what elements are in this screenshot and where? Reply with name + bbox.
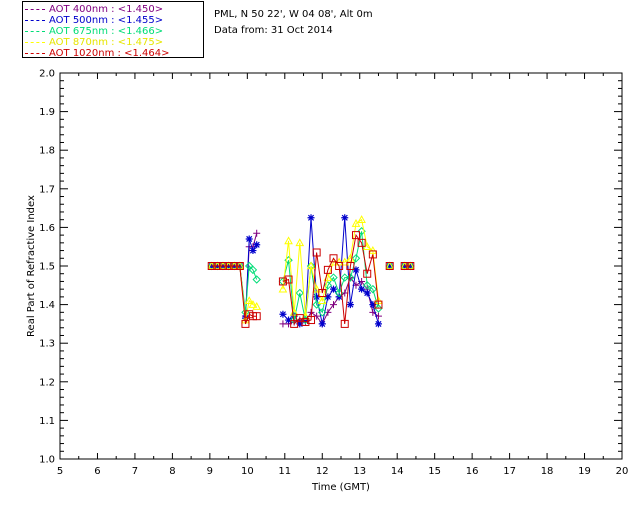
x-tick-label: 11: [278, 466, 291, 477]
y-tick-label: 1.9: [39, 107, 55, 118]
data-point: [358, 285, 366, 293]
data-point: [363, 289, 371, 297]
x-tick-label: 12: [316, 466, 329, 477]
x-tick-label: 9: [207, 466, 213, 477]
x-tick-label: 19: [578, 466, 591, 477]
data-point: [252, 275, 261, 284]
x-tick-label: 6: [94, 466, 100, 477]
y-tick-label: 1.5: [39, 262, 55, 273]
refractive-index-chart: 5 6 7 8 9 10 11 12 13 14 15 16 17 18 19 20 1.0 1.1 1.2 1.3 1…: [26, 69, 628, 494]
y-tick-label: 1.1: [39, 416, 55, 427]
y-tick-label: 1.2: [39, 377, 55, 388]
data-point: [245, 235, 253, 243]
y-tick-label: 1.4: [39, 300, 55, 311]
x-tick-label: 7: [132, 466, 138, 477]
data-point: [374, 320, 382, 328]
x-tick-label: 14: [391, 466, 404, 477]
x-tick-label: 18: [541, 466, 554, 477]
data-point: [253, 229, 261, 237]
x-tick-label: 10: [241, 466, 254, 477]
x-tick-label: 16: [466, 466, 479, 477]
data-point: [279, 310, 287, 318]
x-tick-label: 13: [353, 466, 366, 477]
axes: 5 6 7 8 9 10 11 12 13 14 15 16 17 18 19 20 1.0 1.1 1.2 1.3 1…: [39, 69, 628, 478]
series-0: [208, 229, 414, 328]
data-point: [346, 301, 354, 309]
x-tick-label: 17: [503, 466, 516, 477]
data-point: [330, 301, 338, 309]
series-layer: [207, 214, 415, 328]
y-axis-label: Real Part of Refractive Index: [26, 195, 37, 337]
data-point: [318, 320, 326, 328]
data-point: [253, 241, 261, 249]
x-tick-label: 8: [169, 466, 175, 477]
x-tick-label: 15: [428, 466, 441, 477]
y-tick-label: 1.8: [39, 146, 55, 157]
y-tick-label: 1.7: [39, 184, 55, 195]
x-axis-label: Time (GMT): [311, 482, 370, 493]
y-tick-label: 1.6: [39, 223, 55, 234]
data-point: [249, 247, 257, 255]
y-tick-label: 1.3: [39, 339, 55, 350]
data-point: [330, 285, 338, 293]
y-tick-label: 2.0: [39, 69, 55, 80]
y-tick-label: 1.0: [39, 455, 55, 466]
x-tick-label: 5: [57, 466, 63, 477]
data-point: [341, 214, 349, 222]
data-point: [307, 214, 315, 222]
x-tick-label: 20: [616, 466, 629, 477]
